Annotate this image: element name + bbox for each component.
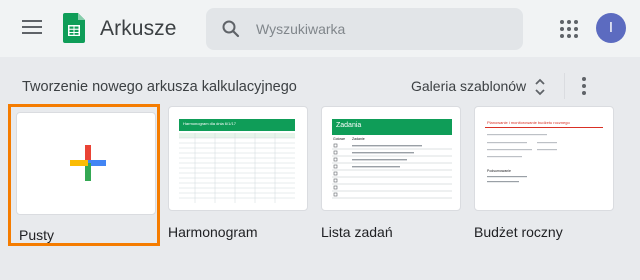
thumb-subtitle: Podsumowanie (487, 169, 511, 173)
search-icon[interactable] (221, 19, 241, 39)
new-spreadsheet-section: Tworzenie nowego arkusza kalkulacyjnego … (0, 57, 640, 280)
thumb-budget-lines (487, 134, 557, 158)
template-gallery-label: Galeria szablonów (411, 78, 527, 94)
thumb-title: Planowanie i monitorowanie budżetu roczn… (487, 120, 570, 125)
template-blank-thumbnail (16, 112, 156, 215)
template-blank-label: Pusty (19, 227, 55, 243)
app-title: Arkusze (100, 17, 177, 40)
app-header: Arkusze I (0, 0, 640, 57)
search-input[interactable] (256, 8, 506, 50)
template-todo-label: Lista zadań (321, 224, 393, 240)
template-gallery-button[interactable]: Galeria szablonów (411, 75, 551, 99)
thumb-summary-lines (487, 176, 527, 183)
thumb-col-done: Gotowe (333, 137, 346, 141)
template-budget-label: Budżet roczny (474, 224, 563, 240)
thumb-title: Harmonogram dla dnia 6/1/17 (183, 121, 236, 126)
more-vert-icon[interactable] (578, 77, 590, 97)
thumb-title: Zadania (336, 122, 362, 129)
account-avatar[interactable]: I (596, 13, 626, 43)
thumb-grid (179, 133, 295, 203)
plus-icon (70, 145, 106, 181)
template-schedule-label: Harmonogram (168, 224, 258, 240)
thumb-col-task: Zadanie (352, 137, 365, 141)
section-title: Tworzenie nowego arkusza kalkulacyjnego (22, 79, 297, 95)
thumb-checklist (332, 143, 452, 199)
sheets-logo[interactable] (63, 13, 85, 43)
menu-icon[interactable] (22, 20, 42, 36)
toolbar-divider (564, 73, 565, 99)
template-schedule-thumbnail: Harmonogram dla dnia 6/1/17 (168, 106, 308, 211)
template-blank[interactable]: Pusty (8, 104, 160, 246)
template-budget-thumbnail: Planowanie i monitorowanie budżetu roczn… (474, 106, 614, 211)
template-todo-thumbnail: Zadania Gotowe Zadanie (321, 106, 461, 211)
thumb-header-bar: Harmonogram dla dnia 6/1/17 (179, 119, 295, 131)
search-box[interactable] (206, 8, 523, 50)
thumb-header-bar: Zadania (332, 119, 452, 135)
apps-grid-icon[interactable] (560, 20, 578, 38)
unfold-more-icon (535, 78, 545, 96)
